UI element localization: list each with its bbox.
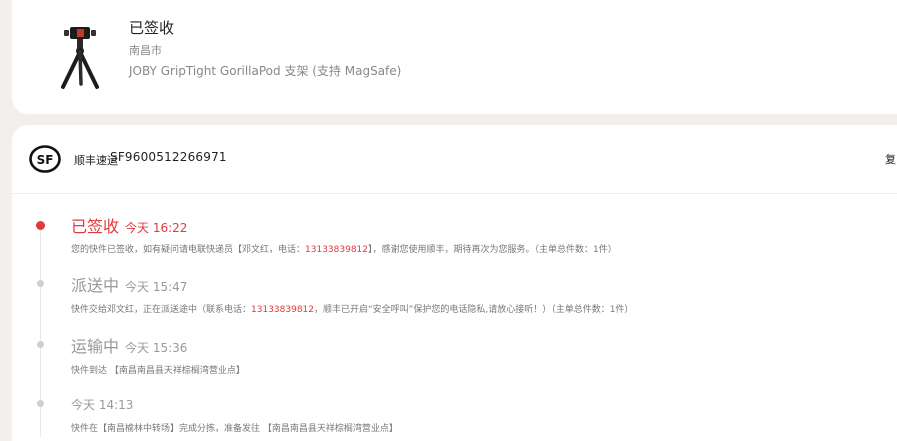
timeline-time: 今天 14:13 <box>71 398 134 412</box>
tripod-phone-holder-image <box>61 27 99 89</box>
logistics-detail-page: 已签收 南昌市 JOBY GripTight GorillaPod 支架 (支持… <box>0 0 897 441</box>
destination-city: 南昌市 <box>129 44 162 57</box>
timeline-status: 已签收 <box>71 217 120 236</box>
tracking-card: SF 顺丰速运 SF9600512266971 复 已签收 今天 16:22 您的… <box>12 125 897 441</box>
product-name: JOBY GripTight GorillaPod 支架 (支持 MagSafe… <box>129 64 402 78</box>
timeline-status: 派送中 <box>71 276 120 295</box>
courier-phone-link[interactable]: 13133839812 <box>251 305 314 315</box>
timeline-time: 今天 15:47 <box>125 280 188 294</box>
timeline-dot <box>37 400 44 407</box>
tracking-number: SF9600512266971 <box>110 150 227 164</box>
svg-text:SF: SF <box>37 153 54 167</box>
timeline-description: 快件交给邓文红，正在派送途中（联系电话：13133839812，顺丰已开启“安全… <box>71 305 634 315</box>
carrier-row: SF 顺丰速运 SF9600512266971 复 <box>12 125 897 194</box>
courier-phone-link[interactable]: 13133839812 <box>305 245 368 255</box>
product-card[interactable]: 已签收 南昌市 JOBY GripTight GorillaPod 支架 (支持… <box>12 0 897 114</box>
copy-tracking-button[interactable]: 复 <box>885 151 896 167</box>
timeline-dot <box>37 280 44 287</box>
timeline-description: 快件在【南昌榆林中转场】完成分拣，准备发往 【南昌南昌县天祥棕榈湾营业点】 <box>71 424 398 434</box>
timeline-time: 今天 16:22 <box>125 221 188 235</box>
timeline-dot <box>37 341 44 348</box>
timeline-dot-active <box>36 221 45 230</box>
timeline-time: 今天 15:36 <box>125 341 188 355</box>
sf-express-logo: SF <box>29 145 61 173</box>
delivery-status-title: 已签收 <box>129 19 175 37</box>
timeline-status: 运输中 <box>71 337 120 356</box>
timeline-description: 快件到达 【南昌南昌县天祥棕榈湾营业点】 <box>71 366 245 376</box>
timeline-description: 您的快件已签收，如有疑问请电联快递员【邓文红，电话：13133839812】，感… <box>71 245 617 255</box>
